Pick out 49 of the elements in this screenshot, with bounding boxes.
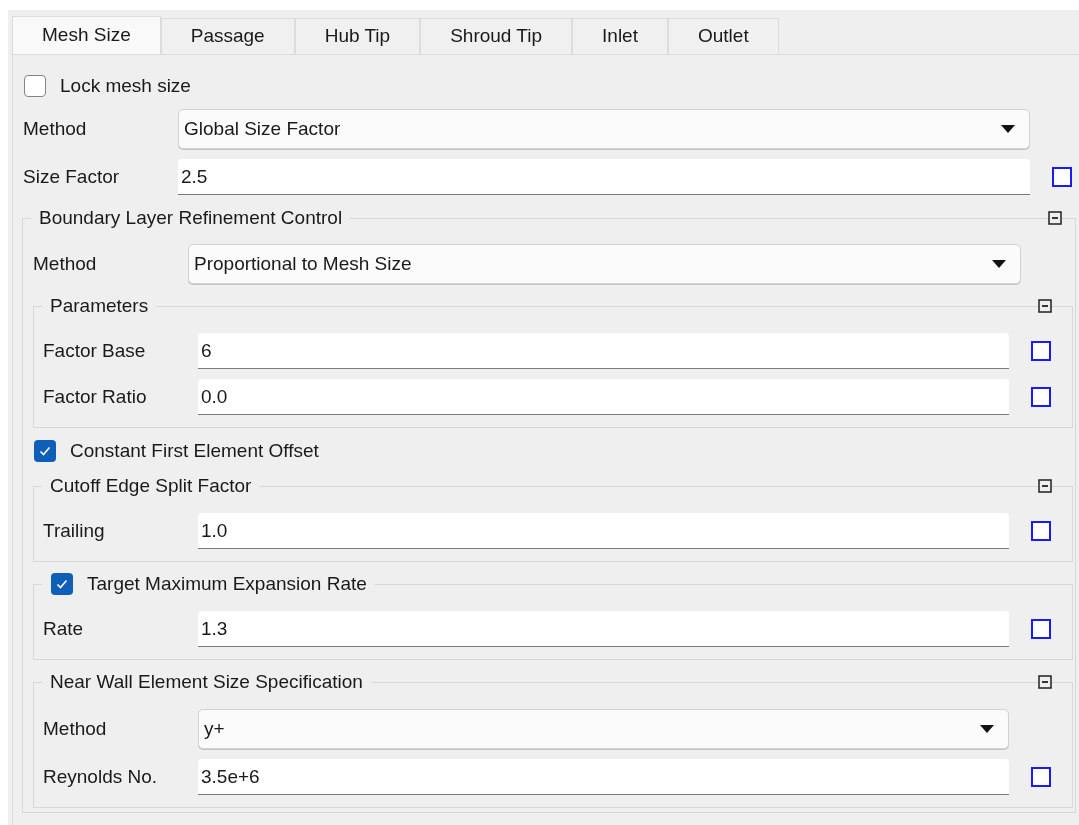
field-label: Method bbox=[23, 116, 88, 141]
input-field[interactable]: 3.5e+6 bbox=[198, 759, 1009, 795]
field-label: Method bbox=[43, 716, 108, 741]
input-field[interactable]: 2.5 bbox=[178, 159, 1030, 195]
field-label: Trailing bbox=[43, 518, 106, 543]
input-field[interactable]: 0.0 bbox=[198, 379, 1009, 415]
tab[interactable]: Shroud Tip bbox=[420, 18, 573, 54]
checkbox[interactable] bbox=[24, 75, 46, 97]
parameter-checkbox[interactable] bbox=[1031, 767, 1051, 787]
tab[interactable]: Inlet bbox=[572, 18, 668, 54]
tab[interactable]: Outlet bbox=[667, 18, 779, 54]
caret-icon bbox=[1001, 125, 1015, 133]
checkbox-label: Constant First Element Offset bbox=[70, 438, 319, 463]
field-label: Factor Ratio bbox=[43, 384, 148, 409]
parameter-checkbox[interactable] bbox=[1052, 167, 1072, 187]
input-field[interactable]: 1.0 bbox=[198, 513, 1009, 549]
group-title: Boundary Layer Refinement Control bbox=[39, 205, 343, 230]
field-label: Size Factor bbox=[23, 164, 121, 189]
dropdown[interactable]: Proportional to Mesh Size bbox=[188, 244, 1021, 284]
tab[interactable]: Passage bbox=[160, 18, 295, 54]
check-icon bbox=[55, 577, 69, 591]
tab[interactable]: Mesh Size bbox=[12, 16, 161, 54]
group-title: Near Wall Element Size Specification bbox=[50, 669, 363, 694]
group-title: Parameters bbox=[50, 293, 149, 318]
collapse-icon[interactable] bbox=[1038, 299, 1052, 313]
parameter-checkbox[interactable] bbox=[1031, 387, 1051, 407]
checkbox[interactable] bbox=[34, 440, 56, 462]
caret-icon bbox=[992, 260, 1006, 268]
group-title: Cutoff Edge Split Factor bbox=[50, 473, 252, 498]
parameter-checkbox[interactable] bbox=[1031, 341, 1051, 361]
input-field[interactable]: 1.3 bbox=[198, 611, 1009, 647]
field-label: Rate bbox=[43, 616, 85, 641]
field-label: Method bbox=[33, 251, 98, 276]
input-field[interactable]: 6 bbox=[198, 333, 1009, 369]
collapse-icon[interactable] bbox=[1038, 675, 1052, 689]
group-title: Target Maximum Expansion Rate bbox=[87, 571, 367, 596]
dropdown[interactable]: y+ bbox=[198, 709, 1009, 749]
dropdown[interactable]: Global Size Factor bbox=[178, 109, 1030, 149]
collapse-icon[interactable] bbox=[1038, 479, 1052, 493]
collapse-icon[interactable] bbox=[1048, 211, 1062, 225]
field-label: Factor Base bbox=[43, 338, 147, 363]
parameter-checkbox[interactable] bbox=[1031, 521, 1051, 541]
parameter-checkbox[interactable] bbox=[1031, 619, 1051, 639]
checkbox[interactable] bbox=[51, 573, 73, 595]
field-label: Reynolds No. bbox=[43, 764, 159, 789]
check-icon bbox=[38, 444, 52, 458]
tab[interactable]: Hub Tip bbox=[294, 18, 421, 54]
checkbox-label: Lock mesh size bbox=[60, 73, 191, 98]
caret-icon bbox=[980, 725, 994, 733]
